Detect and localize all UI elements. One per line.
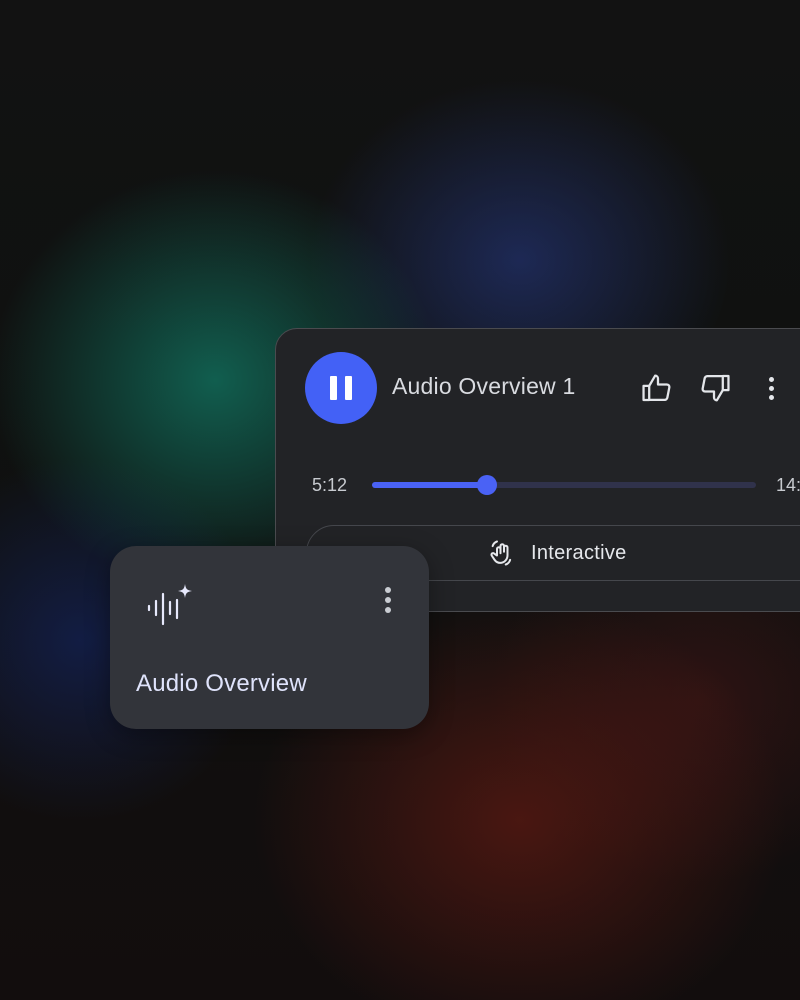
card-more-button[interactable]: [375, 580, 401, 620]
progress-thumb[interactable]: [477, 475, 498, 495]
player-title: Audio Overview 1: [392, 373, 576, 399]
audio-overview-card[interactable]: Audio Overview: [110, 546, 429, 729]
audio-sparkle-icon: [147, 584, 192, 626]
thumbs-up-icon: [642, 374, 671, 402]
interactive-label: Interactive: [531, 541, 627, 564]
pause-button[interactable]: [305, 352, 377, 424]
thumbs-down-icon: [701, 374, 730, 402]
card-title: Audio Overview: [136, 670, 307, 697]
progress-fill: [372, 482, 488, 488]
current-time: 5:12: [312, 475, 348, 495]
duration-time: 14:: [776, 475, 800, 495]
dislike-button[interactable]: [696, 369, 734, 407]
like-button[interactable]: [638, 369, 676, 407]
progress-track[interactable]: [372, 475, 756, 495]
pause-icon: [326, 376, 356, 400]
waving-hand-icon: [490, 540, 512, 566]
more-vert-icon: [768, 376, 774, 400]
player-more-button[interactable]: [753, 369, 789, 407]
